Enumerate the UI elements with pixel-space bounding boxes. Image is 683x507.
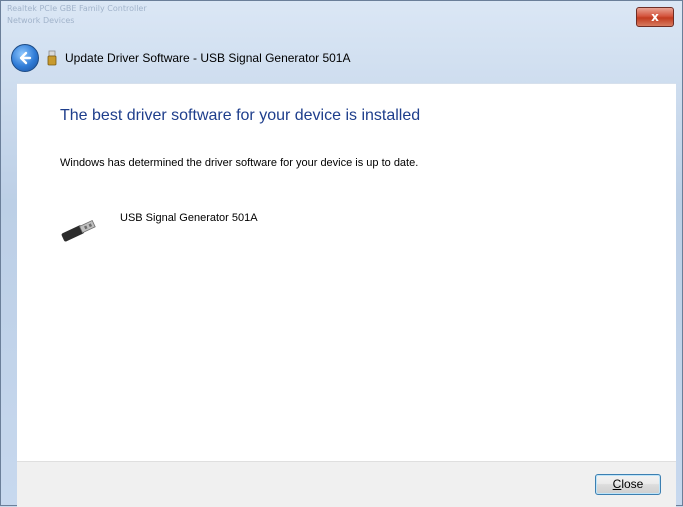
background-line-2: Network Devices bbox=[7, 16, 75, 25]
back-arrow-icon bbox=[19, 51, 32, 65]
close-button[interactable]: Close bbox=[595, 474, 661, 495]
window-close-button[interactable]: x bbox=[636, 7, 674, 27]
page-heading: The best driver software for your device… bbox=[60, 107, 421, 124]
device-name: USB Signal Generator 501A bbox=[120, 212, 258, 224]
footer-bar: Close bbox=[17, 461, 676, 507]
background-window-text: Realtek PCIe GBE Family Controller Netwo… bbox=[7, 3, 147, 27]
window-close-icon: x bbox=[651, 10, 659, 24]
background-line-1: Realtek PCIe GBE Family Controller bbox=[7, 4, 147, 13]
usb-icon bbox=[45, 49, 59, 67]
content-panel: The best driver software for your device… bbox=[17, 83, 676, 462]
close-button-label: lose bbox=[621, 477, 644, 491]
window-frame: Realtek PCIe GBE Family Controller Netwo… bbox=[0, 0, 683, 507]
window-title: Update Driver Software - USB Signal Gene… bbox=[65, 51, 351, 65]
status-description: Windows has determined the driver softwa… bbox=[60, 157, 419, 169]
usb-device-icon bbox=[61, 219, 96, 242]
back-button[interactable] bbox=[11, 44, 39, 72]
title-bar: Update Driver Software - USB Signal Gene… bbox=[9, 33, 669, 83]
